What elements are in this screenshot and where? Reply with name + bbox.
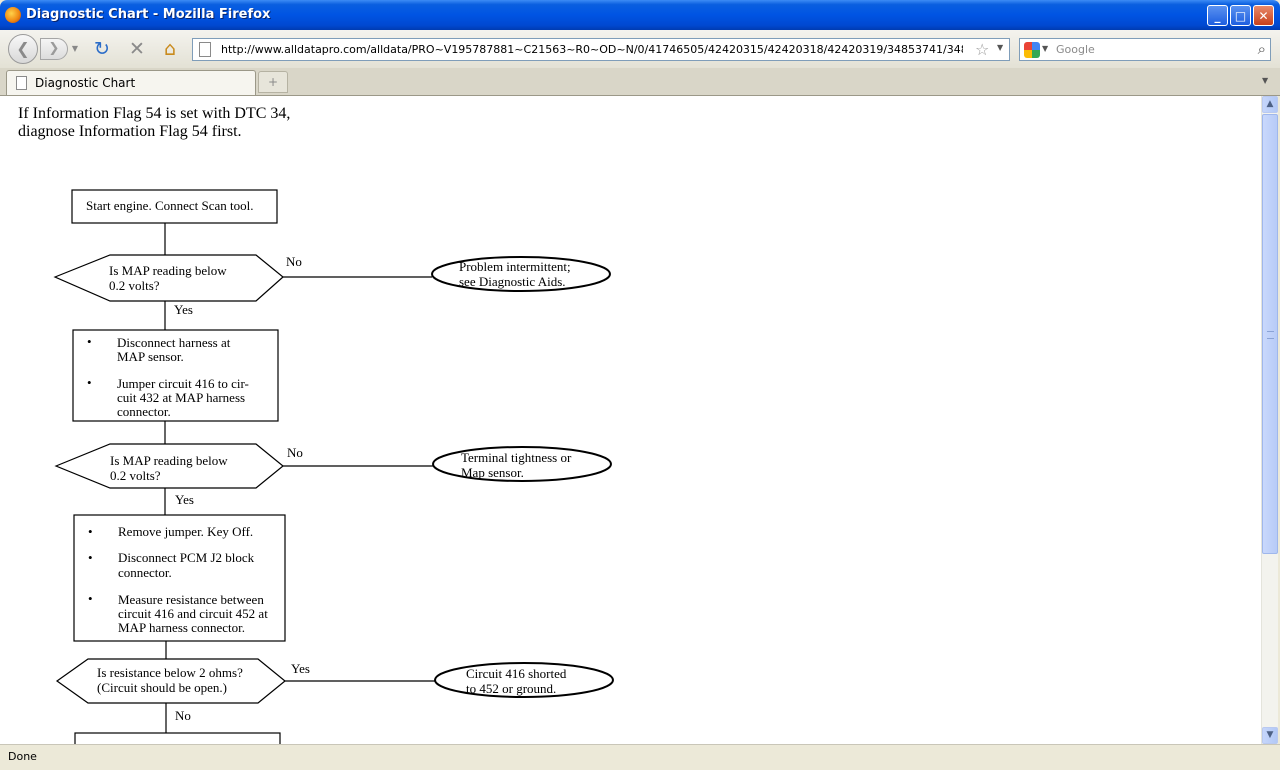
bullet: • — [88, 550, 93, 565]
q3-yes-label: Yes — [291, 661, 310, 676]
step3-b3-line-1: Measure resistance between — [118, 592, 264, 607]
new-tab-button[interactable]: + — [258, 71, 288, 93]
scroll-grip-icon — [1267, 331, 1274, 339]
scroll-thumb[interactable] — [1262, 114, 1278, 554]
close-button[interactable]: ✕ — [1253, 5, 1274, 26]
step2-b1-line-1: Disconnect harness at — [117, 335, 231, 350]
vertical-scrollbar[interactable]: ▲ ▼ — [1261, 96, 1278, 744]
bullet: • — [87, 334, 92, 349]
back-arrow-icon: ❮ — [16, 39, 30, 58]
tab-diagnostic-chart[interactable]: Diagnostic Chart — [6, 70, 256, 95]
reload-icon[interactable]: ↻ — [91, 38, 113, 60]
window-title: Diagnostic Chart - Mozilla Firefox — [26, 7, 271, 22]
q1-no-label: No — [286, 254, 302, 269]
r1-line-1: Problem intermittent; — [459, 259, 571, 274]
step3-b3-line-2: circuit 416 and circuit 452 at — [118, 606, 268, 621]
home-icon[interactable]: ⌂ — [159, 38, 181, 60]
google-engine-icon[interactable] — [1024, 42, 1040, 58]
r2-line-1: Terminal tightness or — [461, 450, 572, 465]
search-placeholder[interactable]: Google — [1056, 43, 1095, 56]
page-icon — [199, 42, 211, 57]
step3-b2-line-1: Disconnect PCM J2 block — [118, 550, 255, 565]
url-text[interactable]: http://www.alldatapro.com/alldata/PRO~V1… — [221, 43, 963, 56]
q3-no-label: No — [175, 708, 191, 723]
bullet: • — [88, 591, 93, 606]
q2-yes-label: Yes — [175, 492, 194, 507]
back-button[interactable]: ❮ — [8, 34, 38, 64]
scroll-up-button[interactable]: ▲ — [1262, 96, 1278, 113]
q1-yes-label: Yes — [174, 302, 193, 317]
tab-label: Diagnostic Chart — [35, 76, 136, 90]
maximize-button[interactable]: □ — [1230, 5, 1251, 26]
bookmark-star-icon[interactable]: ☆ — [975, 40, 989, 59]
status-text: Done — [8, 750, 37, 763]
stop-icon[interactable]: ✕ — [126, 38, 148, 60]
step2-b2-line-3: connector. — [117, 404, 171, 419]
r1-line-2: see Diagnostic Aids. — [459, 274, 566, 289]
q2-line-2: 0.2 volts? — [110, 468, 161, 483]
step3-b2-line-2: connector. — [118, 565, 172, 580]
history-dropdown-button[interactable]: ▼ — [70, 42, 80, 56]
step2-b2-line-1: Jumper circuit 416 to cir- — [117, 376, 249, 391]
step3-b3-line-3: MAP harness connector. — [118, 620, 245, 635]
diagnostic-flowchart: Start engine. Connect Scan tool. Is MAP … — [53, 189, 614, 744]
r2-line-2: Map sensor. — [461, 465, 524, 480]
url-dropdown-icon[interactable]: ▼ — [997, 43, 1003, 52]
q3-line-2: (Circuit should be open.) — [97, 680, 227, 695]
firefox-icon — [5, 7, 21, 23]
r3-line-1: Circuit 416 shorted — [466, 666, 567, 681]
list-tabs-icon[interactable]: ▼ — [1262, 76, 1268, 85]
r3-line-2: to 452 or ground. — [466, 681, 556, 696]
minimize-button[interactable]: _ — [1207, 5, 1228, 26]
step2-b1-line-2: MAP sensor. — [117, 349, 184, 364]
forward-arrow-icon: ❯ — [48, 41, 60, 56]
bullet: • — [87, 375, 92, 390]
page-content: If Information Flag 54 is set with DTC 3… — [0, 96, 1261, 744]
q1-line-2: 0.2 volts? — [109, 278, 160, 293]
decision-1 — [53, 254, 284, 302]
step2-b2-line-2: cuit 432 at MAP harness — [117, 390, 245, 405]
step3-b1-line-1: Remove jumper. Key Off. — [118, 524, 253, 539]
tab-page-icon — [16, 76, 27, 90]
forward-button[interactable]: ❯ — [40, 38, 68, 60]
search-icon[interactable]: ⌕ — [1258, 40, 1266, 58]
address-bar[interactable]: http://www.alldatapro.com/alldata/PRO~V1… — [192, 38, 1010, 61]
status-bar: Done — [0, 744, 1280, 770]
q3-line-1: Is resistance below 2 ohms? — [97, 665, 243, 680]
search-bar[interactable]: ▼ Google ⌕ — [1019, 38, 1271, 61]
engine-dropdown-icon[interactable]: ▼ — [1042, 44, 1048, 53]
q2-line-1: Is MAP reading below — [110, 453, 228, 468]
scroll-down-button[interactable]: ▼ — [1262, 727, 1278, 744]
title-bar: Diagnostic Chart - Mozilla Firefox _ □ ✕ — [0, 0, 1280, 30]
next-step-box — [74, 732, 281, 744]
q1-line-1: Is MAP reading below — [109, 263, 227, 278]
q2-no-label: No — [287, 445, 303, 460]
bullet: • — [88, 524, 93, 539]
start-text: Start engine. Connect Scan tool. — [86, 198, 254, 213]
